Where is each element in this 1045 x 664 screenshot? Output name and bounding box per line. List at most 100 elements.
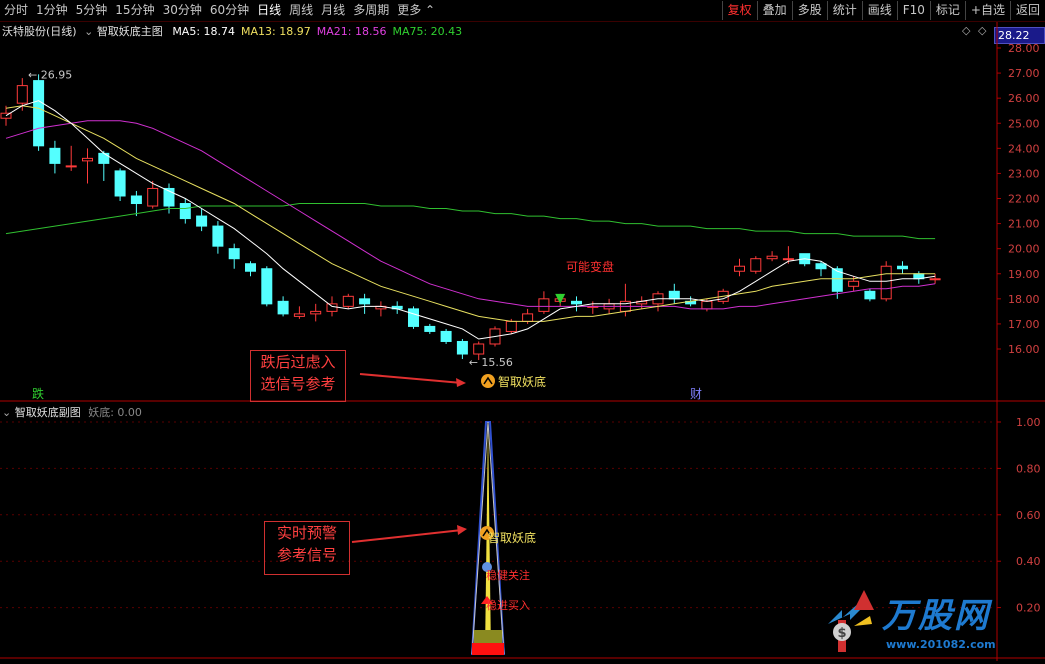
price-label-0: 28.00 — [1008, 42, 1040, 55]
period-tab-2[interactable]: 5分钟 — [72, 0, 112, 21]
candle-body-19 — [310, 310, 322, 315]
tool-button-6[interactable]: 标记 — [929, 1, 965, 20]
price-label-10: 18.00 — [1008, 293, 1040, 306]
candle-body-57 — [929, 278, 941, 281]
watermark-brand: 万股网 — [882, 596, 990, 636]
main-annotation-arrowhead — [456, 378, 466, 387]
ma21-line — [5, 120, 936, 310]
main-chart-svg: 28.00 27.00 26.00 25.00 24.00 23.00 22.00 21.00… — [0, 22, 1045, 402]
price-label-3: 25.00 — [1008, 117, 1040, 130]
tool-button-7[interactable]: +自选 — [964, 1, 1010, 20]
period-tab-7[interactable]: 周线 — [285, 0, 317, 21]
period-tab-0[interactable]: 分时 — [0, 0, 32, 21]
period-tab-1[interactable]: 1分钟 — [32, 0, 72, 21]
candle-body-52 — [848, 280, 860, 287]
svg-text:$: $ — [837, 626, 846, 641]
period-tab-3[interactable]: 15分钟 — [111, 0, 158, 21]
price-label-4: 24.00 — [1008, 142, 1040, 155]
candle-body-15 — [245, 263, 256, 272]
candle-body-16 — [261, 268, 273, 305]
sub-label-3: 0.40 — [1016, 555, 1041, 568]
ma75-line — [5, 203, 936, 240]
ma13-line — [5, 105, 936, 322]
candle-body-48 — [782, 258, 794, 261]
guanzhu-label: 稳健关注 — [486, 568, 530, 582]
candle-body-41 — [668, 290, 680, 300]
tool-button-0[interactable]: 复权 — [721, 1, 757, 20]
candle-body-18 — [293, 313, 305, 317]
period-tabs: 分时 1分钟 5分钟 15分钟 30分钟 60分钟 日线 周线 月线 多周期 更多 ⌃ — [0, 0, 439, 21]
sub-label-2: 0.60 — [1016, 509, 1041, 522]
candle-body-29 — [473, 343, 485, 355]
main-chart-panel[interactable]: 28.00 27.00 26.00 25.00 24.00 23.00 22.00 21.00… — [0, 22, 1045, 402]
period-tab-4[interactable]: 30分钟 — [159, 0, 206, 21]
candle-body-43 — [701, 300, 713, 310]
candle-body-20 — [326, 303, 338, 312]
candle-body-28 — [456, 340, 468, 355]
main-annotation-line2: 选信号参考 — [260, 375, 336, 393]
candle-body-8 — [130, 195, 142, 205]
tool-button-5[interactable]: F10 — [896, 1, 930, 20]
period-tab-9[interactable]: 多周期 — [349, 0, 393, 21]
candle-body-12 — [196, 215, 208, 227]
period-tab-5[interactable]: 60分钟 — [206, 0, 253, 21]
sub-annotation-arrowhead — [457, 525, 467, 535]
candle-body-47 — [766, 255, 778, 260]
tool-button-8[interactable]: 返回 — [1009, 1, 1045, 20]
price-label-2: 26.00 — [1008, 92, 1040, 105]
period-tab-6[interactable]: 日线 — [253, 0, 285, 21]
watermark: $ 万股网 www.201082.com — [820, 580, 1045, 660]
candle-body-50 — [815, 263, 827, 270]
candle-body-5 — [82, 157, 93, 162]
main-annotation-arrow — [359, 373, 463, 384]
ma5-line — [5, 100, 936, 340]
candle-body-1 — [16, 85, 28, 104]
price-label-5: 23.00 — [1008, 167, 1040, 180]
top-toolbar: 分时 1分钟 5分钟 15分钟 30分钟 60分钟 日线 周线 月线 多周期 更多 ⌃ 复权 叠加 多股… — [0, 0, 1045, 22]
high-label: ← 26.95 — [28, 68, 72, 81]
candle-body-54 — [880, 265, 892, 300]
yaodi-signal-label: 智取妖底 — [498, 374, 546, 389]
sub-annotation-line2: 参考信号 — [276, 546, 337, 564]
sub-label-1: 0.80 — [1016, 462, 1041, 475]
tool-button-1[interactable]: 叠加 — [756, 1, 792, 20]
candle-body-13 — [212, 225, 224, 247]
candle-body-55 — [897, 265, 908, 270]
sub-label-0: 1.00 — [1016, 416, 1041, 429]
tool-button-4[interactable]: 画线 — [861, 1, 897, 20]
sub-annotation-arrow — [351, 529, 463, 543]
candle-body-14 — [228, 248, 240, 260]
price-label-9: 19.00 — [1008, 268, 1040, 281]
sub-annotation-box: 实时预警 参考信号 — [264, 521, 350, 575]
main-annotation-box: 跌后过虑入 选信号参考 — [250, 350, 346, 402]
candle-body-2 — [33, 80, 45, 147]
candle-body-45 — [734, 265, 745, 272]
price-label-11: 17.00 — [1008, 318, 1040, 331]
candle-body-6 — [98, 152, 110, 164]
price-label-6: 22.00 — [1008, 193, 1040, 206]
candle-body-7 — [114, 170, 126, 197]
period-tab-10[interactable]: 更多 ⌃ — [393, 0, 439, 21]
tool-button-3[interactable]: 统计 — [826, 1, 862, 20]
candle-body-4 — [65, 165, 77, 168]
candle-body-26 — [424, 325, 436, 332]
candle-body-9 — [147, 187, 159, 207]
tool-button-2[interactable]: 多股 — [791, 1, 827, 20]
price-label-7: 21.00 — [1008, 218, 1040, 231]
candle-body-11 — [179, 203, 191, 220]
period-tab-8[interactable]: 月线 — [317, 0, 349, 21]
main-annotation-line1: 跌后过虑入 — [260, 353, 336, 371]
candle-body-32 — [522, 313, 534, 322]
mairu-label: 稳进买入 — [486, 598, 530, 612]
price-label-8: 20.00 — [1008, 243, 1040, 256]
die-marker: 跌 — [32, 386, 44, 401]
candle-body-27 — [440, 330, 452, 342]
cai-marker: 财 — [690, 387, 702, 401]
candle-body-46 — [750, 258, 762, 272]
candle-body-17 — [277, 300, 289, 315]
candle-body-53 — [864, 290, 876, 300]
spike-red-block — [472, 643, 504, 655]
candle-body-33 — [538, 298, 550, 312]
low-label: ← 15.56 — [469, 356, 513, 369]
sub-yaodi-label: 智取妖底 — [488, 530, 536, 545]
